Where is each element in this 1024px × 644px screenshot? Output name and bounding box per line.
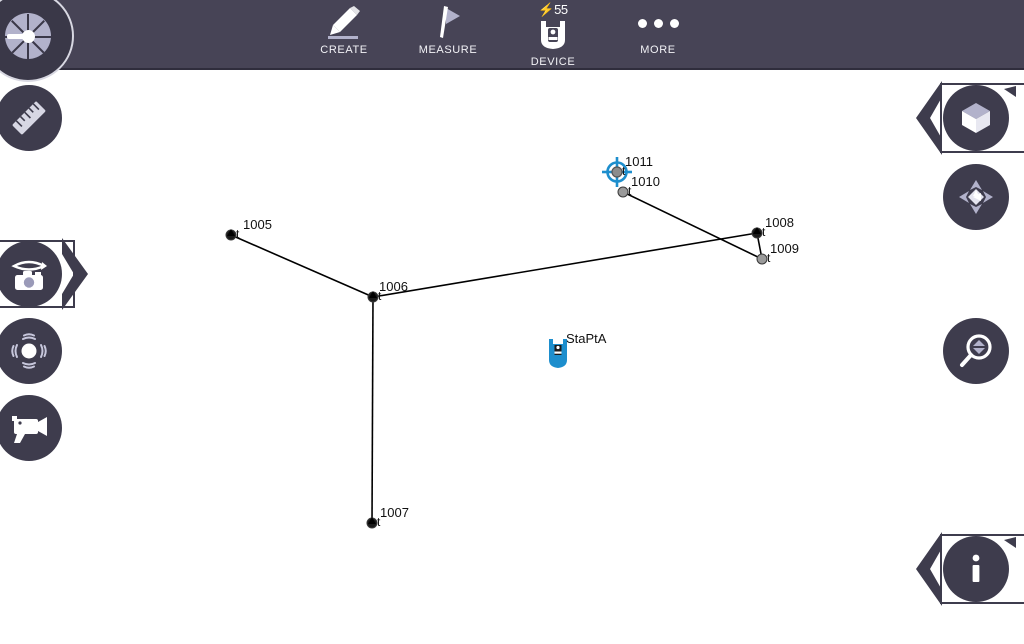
toolbar-label-more: MORE bbox=[640, 44, 676, 56]
survey-point-marker[interactable] bbox=[756, 253, 768, 265]
survey-graphics bbox=[225, 157, 768, 529]
point-code-label: t bbox=[767, 251, 771, 265]
point-id-label: 1005 bbox=[243, 217, 272, 232]
point-id-label: 1009 bbox=[770, 241, 799, 256]
point-id-label: 1008 bbox=[765, 215, 794, 230]
point-code-label: t bbox=[628, 184, 632, 198]
point-code-label: t bbox=[377, 515, 381, 529]
point-id-label: 1011 bbox=[625, 154, 653, 169]
point-code-label: t bbox=[236, 227, 240, 241]
battery-indicator: ⚡55 bbox=[538, 2, 568, 18]
survey-line[interactable] bbox=[622, 191, 763, 260]
point-code-label: t bbox=[762, 225, 766, 239]
app-root: CREATE MEASURE ⚡55 DEVICE MORE 1005 t 10… bbox=[0, 0, 1024, 644]
battery-level: 55 bbox=[554, 2, 568, 17]
survey-line[interactable] bbox=[230, 234, 374, 298]
survey-point-marker[interactable] bbox=[617, 186, 629, 198]
toolbar-label-create: CREATE bbox=[320, 44, 368, 56]
station-point-label: StaPtA bbox=[566, 331, 607, 346]
point-code-label: t bbox=[622, 164, 626, 178]
pencil-icon bbox=[324, 4, 364, 42]
aperture-compass-icon bbox=[5, 13, 51, 59]
survey-point-marker[interactable] bbox=[751, 227, 763, 239]
survey-line[interactable] bbox=[371, 296, 374, 524]
point-id-label: 1007 bbox=[380, 505, 409, 520]
toolbar-label-device: DEVICE bbox=[530, 56, 576, 68]
toolbar-item-device[interactable]: ⚡55 DEVICE bbox=[499, 2, 607, 68]
survey-point-marker[interactable] bbox=[366, 517, 378, 529]
toolbar-label-measure: MEASURE bbox=[418, 44, 478, 56]
point-code-label: t bbox=[378, 289, 382, 303]
toolbar-item-more[interactable]: MORE bbox=[604, 4, 712, 68]
station-point-icon[interactable] bbox=[549, 339, 567, 368]
survey-line[interactable] bbox=[372, 232, 758, 298]
survey-point-marker[interactable] bbox=[367, 291, 379, 303]
toolbar-item-measure[interactable]: MEASURE bbox=[394, 4, 502, 68]
battery-bolt-icon: ⚡ bbox=[538, 2, 555, 17]
survey-point-marker[interactable] bbox=[225, 229, 237, 241]
ellipsis-icon bbox=[637, 4, 679, 42]
point-id-label: 1010 bbox=[631, 174, 660, 189]
survey-map-canvas[interactable]: 1005 t 1006 t 1007 t 1008 t 1009 t 1010 t 1011 t StaPt… bbox=[0, 70, 1024, 644]
toolbar-item-create[interactable]: CREATE bbox=[290, 4, 398, 68]
flag-icon bbox=[428, 4, 468, 42]
top-toolbar: CREATE MEASURE ⚡55 DEVICE MORE bbox=[0, 0, 1024, 82]
point-id-label: 1006 bbox=[379, 279, 408, 294]
total-station-icon bbox=[536, 16, 570, 54]
